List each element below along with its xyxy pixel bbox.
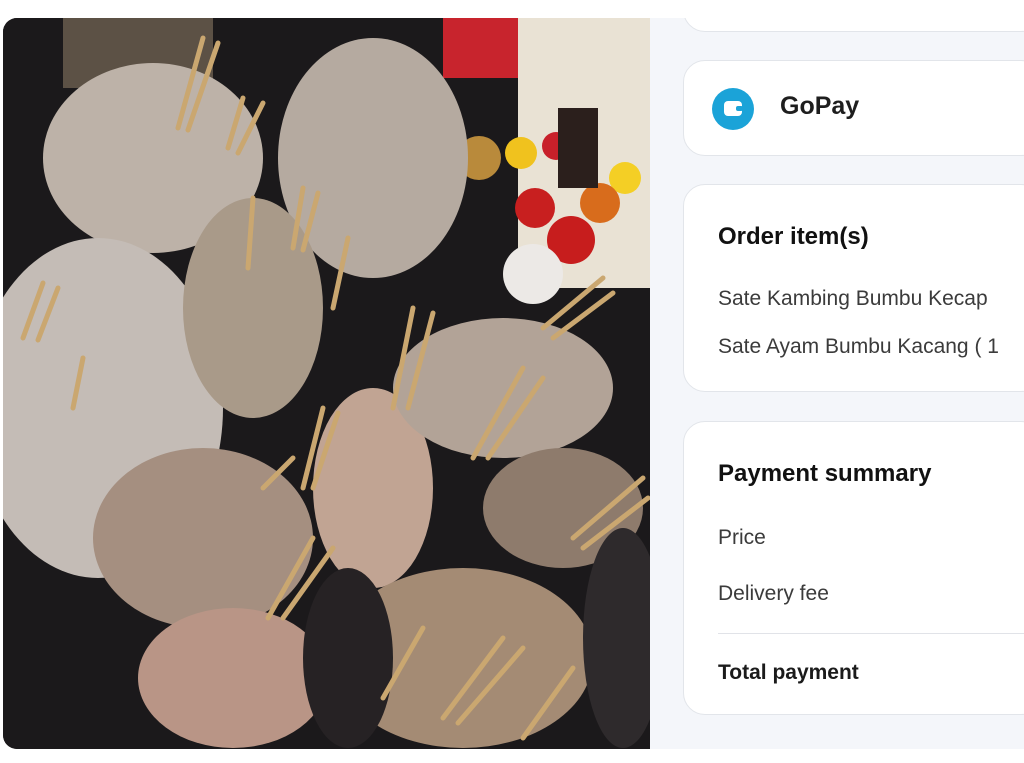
payment-summary-title: Payment summary [718, 460, 932, 487]
order-items-card: Order item(s) Sate Kambing Bumbu Kecap S… [683, 184, 1024, 392]
screenshot-frame: GoPay Order item(s) Sate Kambing Bumbu K… [0, 0, 1024, 763]
gopay-wallet-icon [712, 88, 754, 130]
payment-summary-card: Payment summary Price Delivery fee Total… [683, 421, 1024, 715]
order-detail-panel: GoPay Order item(s) Sate Kambing Bumbu K… [650, 18, 1024, 749]
payment-method-label: GoPay [780, 92, 860, 120]
price-label: Price [718, 526, 766, 549]
food-order-bags-photo [3, 18, 650, 749]
summary-divider [718, 633, 1024, 634]
order-item: Sate Kambing Bumbu Kecap [718, 287, 988, 310]
order-item: Sate Ayam Bumbu Kacang ( 1 [718, 335, 999, 358]
payment-method-card[interactable]: GoPay [683, 60, 1024, 156]
previous-card [683, 18, 1024, 32]
delivery-fee-label: Delivery fee [718, 582, 829, 605]
order-items-title: Order item(s) [718, 223, 869, 250]
total-payment-label: Total payment [718, 661, 859, 684]
